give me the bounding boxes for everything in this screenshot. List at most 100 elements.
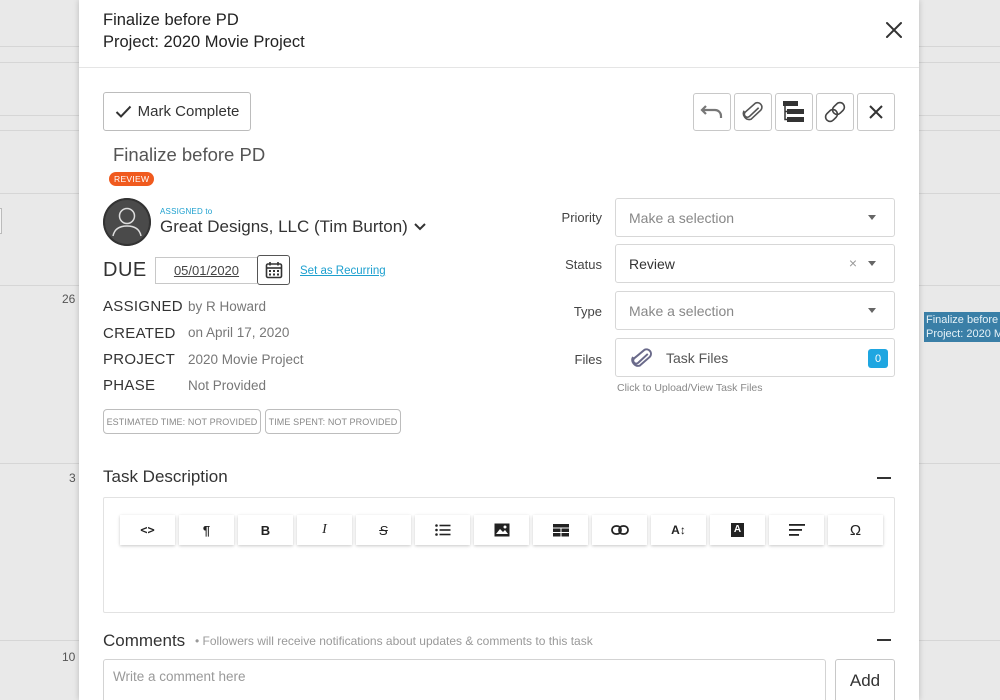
mark-complete-label: Mark Complete [137,103,240,120]
priority-value: Make a selection [629,209,735,226]
modal-header: Finalize before PD Project: 2020 Movie P… [79,0,919,68]
special-character-button[interactable]: Ω [828,515,883,545]
undo-button[interactable] [693,93,731,131]
align-button[interactable] [769,515,824,545]
avatar [103,198,151,246]
priority-label: Priority [561,210,602,225]
modal-subtitle: Project: 2020 Movie Project [103,33,305,51]
due-label: DUE [103,259,147,281]
calendar-event[interactable]: Finalize before PD Project: 2020 Movie P… [924,312,1000,342]
strikethrough-button[interactable]: S [356,515,411,545]
task-modal: Finalize before PD Project: 2020 Movie P… [79,0,919,700]
strikethrough-icon: S [379,522,388,538]
meta-value-assigned: by R Howard [188,299,267,314]
undo-icon [700,105,723,118]
priority-select[interactable]: Make a selection [615,198,895,237]
font-size-icon: A↕ [671,523,686,537]
status-label: Status [565,257,602,272]
collapse-description-icon[interactable] [877,477,891,479]
image-icon [494,523,509,537]
chevron-down-icon [414,223,426,231]
assignee-dropdown[interactable]: Great Designs, LLC (Tim Burton) [160,217,426,237]
attachment-icon [631,348,652,367]
caret-down-icon [868,308,876,313]
italic-button[interactable]: I [297,515,352,545]
task-toolbar [693,93,895,131]
task-files-button[interactable]: Task Files 0 [615,338,895,377]
assignee-name: Great Designs, LLC (Tim Burton) [160,217,408,236]
type-value: Make a selection [629,302,735,319]
calendar-event-title: Finalize before PD [926,314,1000,326]
calendar-day-number: 26 [62,292,76,306]
font-size-button[interactable]: A↕ [651,515,706,545]
text-color-button[interactable]: A [710,515,765,545]
bold-button[interactable]: B [238,515,293,545]
insert-table-button[interactable] [533,515,588,545]
task-files-label: Task Files [666,350,729,366]
add-comment-button[interactable]: Add [835,659,895,700]
collapse-comments-icon[interactable] [877,639,891,641]
calendar-day-number: 3 [69,471,76,485]
code-view-icon: <> [140,523,155,537]
insert-link-button[interactable] [592,515,647,545]
editor-toolbar: <> ¶ B I S A↕ A Ω [120,515,883,545]
meta-label-phase: PHASE [103,377,156,394]
meta-label-project: PROJECT [103,351,176,368]
special-character-icon: Ω [849,521,862,539]
meta-value-phase: Not Provided [188,378,267,393]
type-label: Type [573,304,602,319]
close-icon[interactable] [883,19,905,41]
calendar-icon [265,262,282,279]
set-recurring-link[interactable]: Set as Recurring [300,265,386,277]
calendar-day-number: 10 [62,650,76,664]
caret-down-icon [868,261,876,266]
type-select[interactable]: Make a selection [615,291,895,330]
code-view-button[interactable]: <> [120,515,175,545]
modal-title: Finalize before PD [103,11,239,29]
mark-complete-button[interactable]: Mark Complete [103,92,251,131]
files-count-badge: 0 [868,349,888,368]
calendar-cell-box [0,208,2,234]
estimated-time-pill[interactable]: ESTIMATED TIME: NOT PROVIDED [103,409,261,434]
link-button[interactable] [816,93,854,131]
link-icon [824,101,846,123]
hierarchy-icon [783,101,804,122]
task-title[interactable]: Finalize before PD [113,144,265,166]
assigned-to-label: ASSIGNED to [160,207,213,216]
files-hint: Click to Upload/View Task Files [617,382,763,394]
meta-value-project: 2020 Movie Project [188,352,304,367]
due-date-input[interactable]: 05/01/2020 [155,257,257,284]
comments-note: • Followers will receive notifications a… [195,634,593,648]
delete-task-button[interactable] [857,93,895,131]
meta-label-created: CREATED [103,325,176,342]
paragraph-button[interactable]: ¶ [179,515,234,545]
italic-icon: I [322,522,327,537]
table-icon [552,523,569,536]
close-icon [869,105,883,119]
meta-value-created: on April 17, 2020 [188,325,290,340]
caret-down-icon [868,215,876,220]
comment-input[interactable]: Write a comment here [103,659,826,700]
status-badge: REVIEW [109,172,155,186]
bullet-list-icon [434,524,450,536]
text-color-icon: A [730,523,745,537]
user-icon [103,198,151,246]
bold-icon: B [260,522,271,538]
align-icon [788,524,805,536]
paragraph-icon: ¶ [202,522,211,538]
status-select[interactable]: Review × [615,244,895,283]
calendar-button[interactable] [257,255,290,285]
time-spent-pill[interactable]: TIME SPENT: NOT PROVIDED [265,409,401,434]
subtasks-button[interactable] [775,93,813,131]
bullet-list-button[interactable] [415,515,470,545]
link-icon [610,525,629,535]
comments-title: Comments [103,631,186,650]
insert-image-button[interactable] [474,515,529,545]
clear-icon[interactable]: × [849,255,857,271]
check-icon [115,105,131,118]
attach-button[interactable] [734,93,772,131]
meta-label-assigned: ASSIGNED [103,298,183,315]
description-editor[interactable]: <> ¶ B I S A↕ A Ω [103,497,895,613]
task-description-title: Task Description [103,467,228,486]
status-value: Review [629,255,675,272]
